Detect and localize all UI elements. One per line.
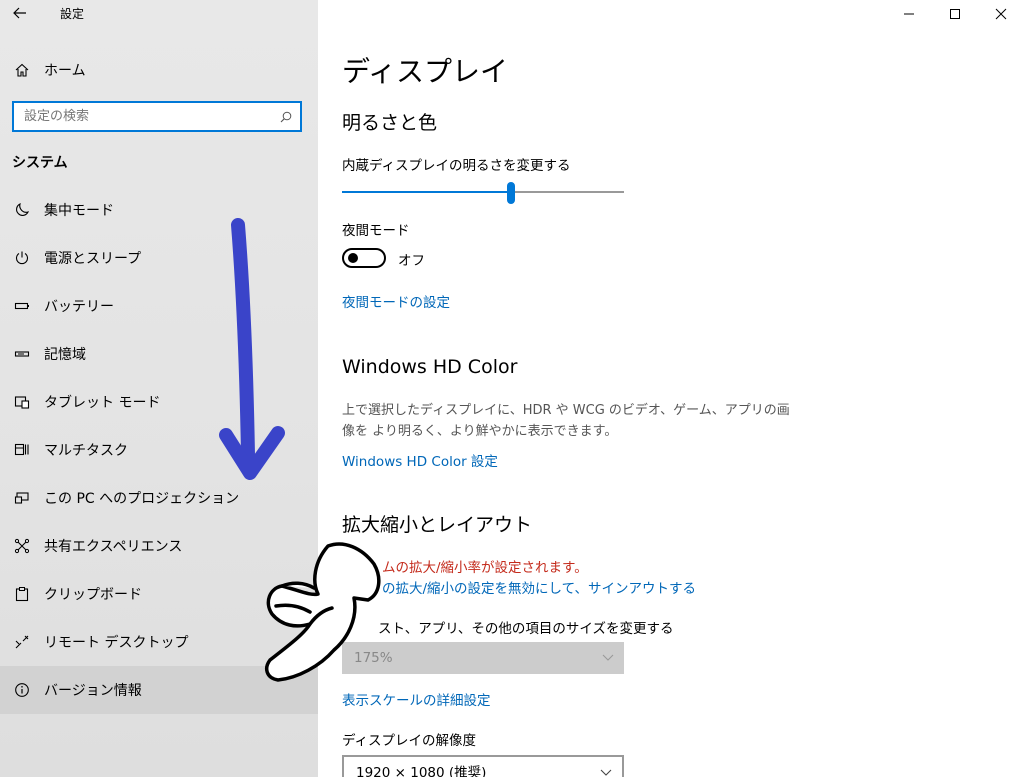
brightness-heading: 明るさと色 — [342, 112, 438, 134]
minimize-icon — [904, 13, 914, 15]
sidebar-item-label: リモート デスクトップ — [44, 635, 189, 651]
remote-desktop-icon — [0, 634, 44, 650]
night-mode-state: オフ — [398, 253, 425, 269]
close-button[interactable] — [978, 0, 1024, 28]
slider-thumb[interactable] — [507, 182, 516, 204]
size-label: スト、アプリ、その他の項目のサイズを変更する — [378, 621, 674, 637]
resolution-value: 1920 × 1080 (推奨) — [356, 765, 487, 777]
disable-scale-signout-link[interactable]: の拡大/縮小の設定を無効にして、サインアウトする — [382, 577, 696, 597]
advanced-scaling-link[interactable]: 表示スケールの詳細設定 — [342, 689, 491, 709]
sidebar-item-storage[interactable]: 記憶域 — [0, 330, 318, 378]
hdr-heading: Windows HD Color — [342, 356, 518, 378]
slider-fill — [342, 191, 512, 193]
back-button[interactable] — [8, 2, 32, 24]
sidebar-item-tablet-mode[interactable]: タブレット モード — [0, 378, 318, 426]
sidebar-item-shared-experiences[interactable]: 共有エクスペリエンス — [0, 522, 318, 570]
search-icon[interactable] — [272, 111, 300, 123]
hdr-settings-link[interactable]: Windows HD Color 設定 — [342, 450, 498, 470]
resolution-dropdown[interactable]: 1920 × 1080 (推奨) — [342, 755, 624, 777]
storage-icon — [0, 346, 44, 362]
window-controls — [886, 0, 1024, 28]
chevron-down-icon — [602, 654, 614, 661]
page-title: ディスプレイ — [342, 55, 509, 88]
sidebar-section-title: システム — [12, 155, 68, 171]
info-icon — [0, 682, 44, 698]
sidebar-item-label: バージョン情報 — [44, 683, 142, 699]
tablet-mode-icon — [0, 394, 44, 410]
main-content: ディスプレイ 明るさと色 内蔵ディスプレイの明るさを変更する 夜間モード オフ … — [318, 0, 1024, 777]
sidebar: 設定 ホーム システム 集中モード 電源とスリープ バッテリー 記憶域 — [0, 0, 318, 777]
sidebar-item-battery[interactable]: バッテリー — [0, 282, 318, 330]
scale-warning: ムの拡大/縮小率が設定されます。 — [382, 560, 588, 576]
sidebar-item-label: バッテリー — [44, 299, 114, 315]
power-icon — [0, 250, 44, 266]
projection-icon — [0, 490, 44, 506]
maximize-icon — [950, 9, 960, 19]
sidebar-item-multitasking[interactable]: マルチタスク — [0, 426, 318, 474]
sidebar-item-label: 電源とスリープ — [44, 251, 142, 267]
sidebar-item-focus-assist[interactable]: 集中モード — [0, 186, 318, 234]
clipboard-icon — [0, 586, 44, 602]
back-arrow-icon — [13, 7, 26, 19]
sidebar-item-remote-desktop[interactable]: リモート デスクトップ — [0, 618, 318, 666]
hdr-description: 上で選択したディスプレイに、HDR や WCG のビデオ、ゲーム、アプリの画像を… — [342, 403, 790, 439]
chevron-down-icon — [600, 769, 612, 776]
app-title: 設定 — [60, 7, 85, 21]
brightness-slider-label: 内蔵ディスプレイの明るさを変更する — [342, 158, 571, 174]
sidebar-item-label: この PC へのプロジェクション — [44, 491, 240, 507]
resolution-label: ディスプレイの解像度 — [342, 733, 477, 749]
sidebar-item-label: 集中モード — [44, 203, 114, 219]
sidebar-item-label: クリップボード — [44, 587, 142, 603]
night-mode-toggle[interactable] — [342, 248, 386, 268]
close-icon — [995, 8, 1007, 20]
night-mode-label: 夜間モード — [342, 223, 410, 239]
sidebar-item-clipboard[interactable]: クリップボード — [0, 570, 318, 618]
shared-experience-icon — [0, 538, 44, 554]
sidebar-item-about[interactable]: バージョン情報 — [0, 666, 318, 714]
search-input[interactable] — [14, 103, 272, 130]
moon-icon — [0, 202, 44, 218]
home-icon — [0, 62, 44, 78]
scale-value: 175% — [354, 650, 393, 666]
search-box — [12, 101, 302, 132]
maximize-button[interactable] — [932, 0, 978, 28]
sidebar-titlebar: 設定 — [0, 0, 318, 28]
sidebar-item-label: ホーム — [44, 63, 86, 79]
toggle-knob — [348, 253, 358, 263]
sidebar-item-projection[interactable]: この PC へのプロジェクション — [0, 474, 318, 522]
sidebar-item-label: マルチタスク — [44, 443, 128, 459]
sidebar-nav: 集中モード 電源とスリープ バッテリー 記憶域 タブレット モード マルチタスク… — [0, 186, 318, 714]
sidebar-item-home[interactable]: ホーム — [0, 52, 318, 88]
scale-dropdown[interactable]: 175% — [342, 642, 624, 674]
brightness-slider[interactable] — [342, 182, 624, 204]
sidebar-item-power-sleep[interactable]: 電源とスリープ — [0, 234, 318, 282]
minimize-button[interactable] — [886, 0, 932, 28]
sidebar-item-label: 共有エクスペリエンス — [44, 539, 183, 555]
sidebar-item-label: タブレット モード — [44, 395, 161, 411]
battery-icon — [0, 298, 44, 314]
sidebar-item-label: 記憶域 — [44, 347, 86, 363]
scale-heading: 拡大縮小とレイアウト — [342, 514, 533, 536]
multitasking-icon — [0, 442, 44, 458]
night-mode-settings-link[interactable]: 夜間モードの設定 — [342, 291, 450, 311]
